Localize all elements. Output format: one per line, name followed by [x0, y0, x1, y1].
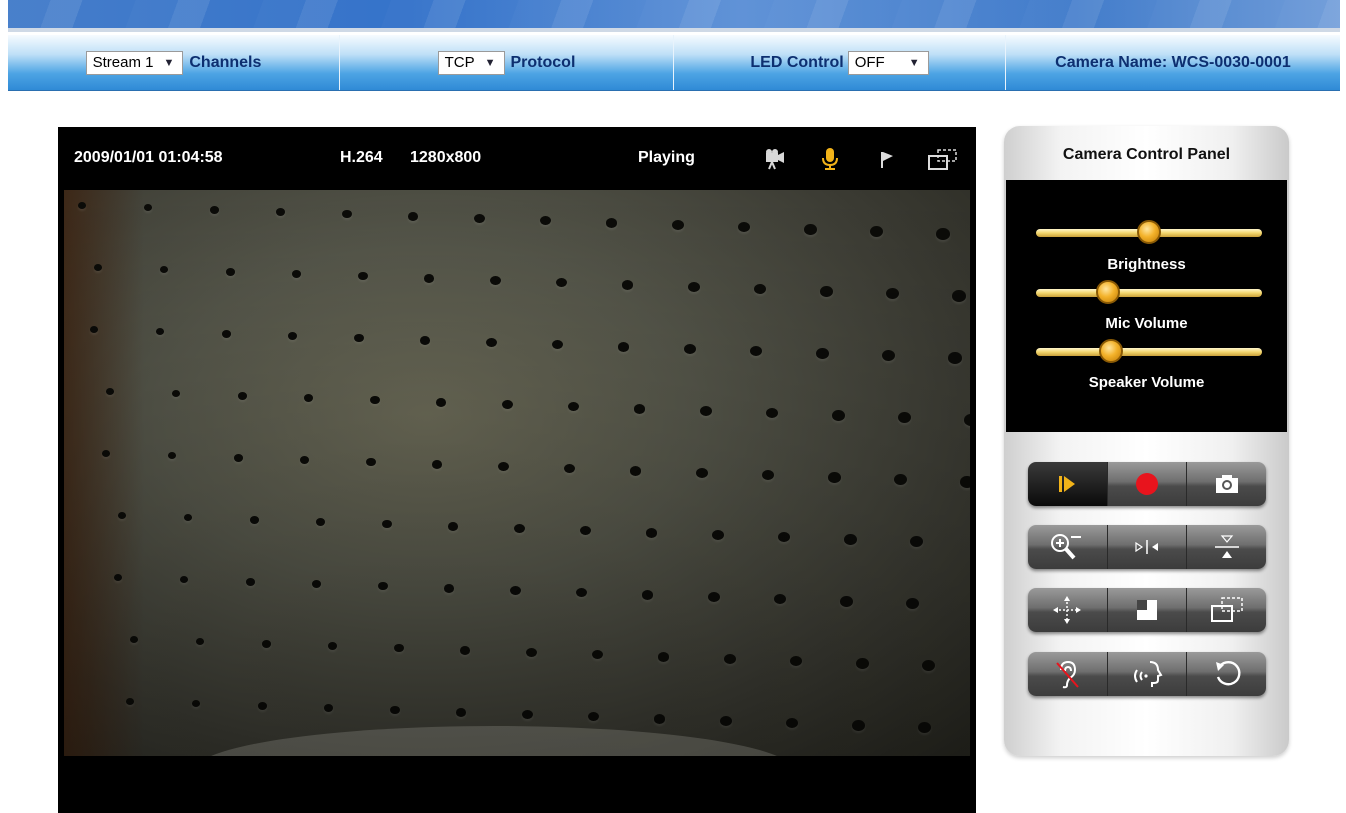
- video-resolution: 1280x800: [410, 149, 482, 166]
- brightness-slider-knob[interactable]: [1137, 220, 1161, 244]
- rotate-icon: [1212, 659, 1242, 689]
- talk-icon: [1130, 658, 1164, 690]
- top-banner: [8, 0, 1340, 32]
- flag-icon[interactable]: [876, 147, 898, 171]
- protocol-label: Protocol: [510, 53, 576, 71]
- playback-button-row: [1028, 462, 1266, 506]
- channels-label: Channels: [189, 53, 262, 71]
- talk-button[interactable]: [1107, 652, 1188, 696]
- video-camera-icon[interactable]: [764, 147, 786, 171]
- led-control-label: LED Control: [750, 53, 844, 71]
- mirror-button[interactable]: [1107, 525, 1188, 569]
- video-codec: H.264: [340, 149, 383, 166]
- speaker-volume-slider-knob[interactable]: [1099, 339, 1123, 363]
- snapshot-icon: [1214, 473, 1240, 495]
- video-feed[interactable]: [64, 190, 970, 756]
- listen-mute-icon: [1052, 658, 1082, 690]
- mic-volume-slider[interactable]: [1036, 280, 1262, 304]
- protocol-select[interactable]: TCP ▼: [437, 50, 505, 75]
- video-datetime: 2009/01/01 01:04:58: [74, 149, 223, 166]
- digital-zoom-area-button[interactable]: [1107, 588, 1188, 632]
- sliders-area: Brightness Mic Volume Speaker Volume: [1006, 180, 1287, 432]
- video-panel: 2009/01/01 01:04:58 H.264 1280x800 Playi…: [58, 127, 976, 813]
- brightness-label: Brightness: [1107, 256, 1186, 273]
- toolbar: Stream 1 ▼ Channels TCP ▼ Protocol LED C…: [8, 35, 1340, 91]
- mirror-horizontal-icon: [1132, 537, 1162, 557]
- stream-select-value: Stream 1: [92, 54, 154, 71]
- move-icon: [1051, 594, 1083, 626]
- record-button[interactable]: [1107, 462, 1188, 506]
- control-panel-title: Camera Control Panel: [1062, 146, 1231, 163]
- speaker-volume-label: Speaker Volume: [1088, 374, 1205, 391]
- view-button-row: [1028, 588, 1266, 632]
- banner-decoration: [8, 0, 1340, 28]
- zoom-button[interactable]: [1028, 525, 1108, 569]
- camera-name-section: Camera Name: WCS-0030-0001: [1006, 35, 1340, 90]
- microphone-icon[interactable]: [819, 147, 841, 171]
- snapshot-button[interactable]: [1187, 462, 1266, 506]
- mic-volume-slider-knob[interactable]: [1096, 280, 1120, 304]
- led-section: LED Control OFF ▼: [674, 35, 1006, 90]
- digital-zoom-area-icon: [1134, 597, 1160, 623]
- protocol-select-value: TCP: [444, 54, 475, 71]
- zoom-icon: [1049, 532, 1085, 562]
- flip-vertical-icon: [1212, 533, 1242, 561]
- chevron-down-icon: ▼: [484, 56, 496, 69]
- move-button[interactable]: [1028, 588, 1108, 632]
- mic-volume-label: Mic Volume: [1105, 315, 1188, 332]
- chevron-down-icon: ▼: [163, 56, 175, 69]
- led-select-value: OFF: [854, 54, 885, 71]
- flip-button[interactable]: [1187, 525, 1266, 569]
- video-status-bar: 2009/01/01 01:04:58 H.264 1280x800 Playi…: [58, 127, 976, 193]
- image-button-row: [1028, 525, 1266, 569]
- brightness-slider[interactable]: [1036, 220, 1262, 244]
- stream-select[interactable]: Stream 1 ▼: [85, 50, 184, 75]
- record-icon: [1134, 471, 1160, 497]
- protocol-section: TCP ▼ Protocol: [340, 35, 674, 90]
- window-icon[interactable]: [926, 147, 960, 171]
- video-status: Playing: [638, 149, 695, 166]
- channels-section: Stream 1 ▼ Channels: [8, 35, 340, 90]
- audio-button-row: [1028, 652, 1266, 696]
- led-select[interactable]: OFF ▼: [847, 50, 929, 75]
- listen-button[interactable]: [1028, 652, 1108, 696]
- feed-shading: [64, 190, 970, 756]
- chevron-down-icon: ▼: [908, 56, 920, 69]
- window-icon: [1209, 595, 1245, 625]
- play-button[interactable]: [1028, 462, 1108, 506]
- camera-control-panel: Camera Control Panel Brightness Mic Volu…: [1004, 126, 1289, 756]
- camera-name: Camera Name: WCS-0030-0001: [1055, 53, 1291, 71]
- speaker-volume-slider[interactable]: [1036, 339, 1262, 363]
- play-icon: [1056, 474, 1078, 494]
- rotate-button[interactable]: [1187, 652, 1266, 696]
- window-mode-button[interactable]: [1187, 588, 1266, 632]
